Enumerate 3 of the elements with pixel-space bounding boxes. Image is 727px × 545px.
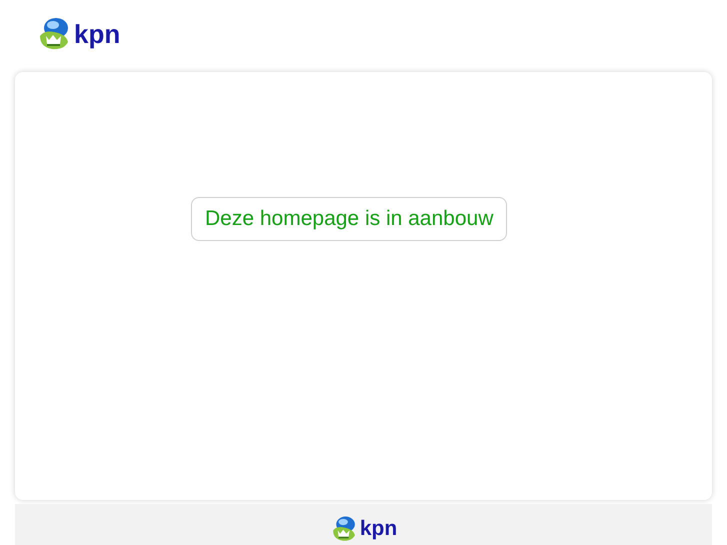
notice-message: Deze homepage is in aanbouw xyxy=(191,197,508,241)
logo-wordmark: kpn xyxy=(360,518,398,539)
logo-wordmark: kpn xyxy=(74,21,120,47)
